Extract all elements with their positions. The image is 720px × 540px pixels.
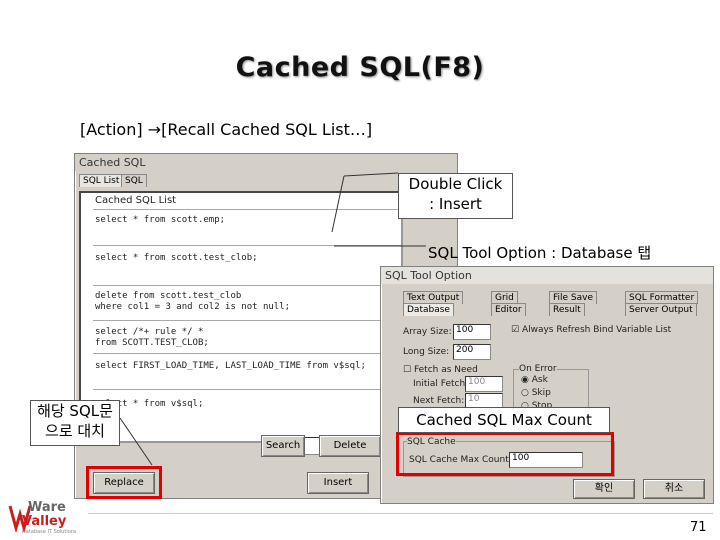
max-count-callout: Cached SQL Max Count [398, 407, 610, 433]
callout-connectors [119, 172, 426, 466]
sql-tool-option-callout: SQL Tool Option : Database 탭 [428, 244, 652, 262]
replace-note-callout: 해당 SQL문 으로 대치 [30, 400, 120, 446]
double-click-callout: Double Click : Insert [398, 173, 513, 219]
double-click-connector-tail [331, 175, 345, 233]
replace-connector [119, 417, 153, 466]
logo-tagline: Database IT Solutions [22, 529, 77, 535]
footer-divider [88, 513, 713, 514]
logo-word-valley: Valley [22, 514, 67, 529]
double-click-connector [343, 172, 399, 177]
page-number: 71 [690, 520, 707, 535]
warevalley-logo: Ware Valley Database IT Solutions [8, 500, 88, 538]
logo-word-ware: Ware [28, 500, 66, 515]
